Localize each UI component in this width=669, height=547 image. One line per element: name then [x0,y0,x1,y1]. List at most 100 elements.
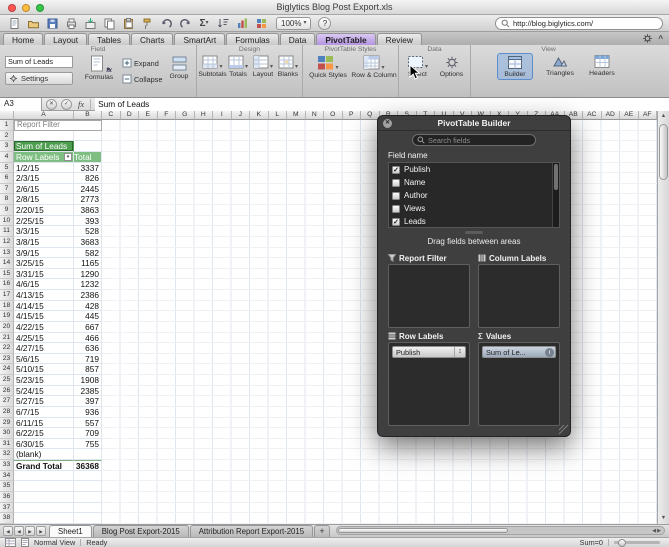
zoom-window-button[interactable] [36,3,44,12]
paste-icon[interactable] [120,16,136,31]
field-list-scrollbar[interactable] [552,163,559,227]
pivot-row-label[interactable]: 2/20/15 [14,205,74,216]
first-sheet-icon[interactable]: ◀ [3,526,13,536]
gear-icon[interactable] [642,33,653,44]
pivot-row-value[interactable]: 2386 [74,290,102,301]
row-header-29[interactable]: 29 [0,417,14,429]
row-header-36[interactable]: 36 [0,491,14,503]
pivot-row-value[interactable]: 826 [74,173,102,184]
column-header-ae[interactable]: AE [620,111,639,120]
grid-cells[interactable] [102,502,657,514]
row-header-1[interactable]: 1 [0,120,14,131]
pivot-row-label[interactable]: 1/2/15 [14,162,74,174]
pivot-row-label[interactable]: 5/24/15 [14,385,74,397]
pivot-row-value[interactable]: 667 [74,321,102,333]
report-filter-area[interactable] [388,264,470,328]
pivot-row-label[interactable]: 2/25/15 [14,215,74,227]
row-header-23[interactable]: 23 [0,353,14,365]
grid-cells[interactable] [102,513,657,524]
chart-icon[interactable] [234,16,250,31]
column-header-f[interactable]: F [157,111,176,120]
horizontal-scrollbar[interactable]: ◀▶ [336,525,665,535]
formula-input[interactable]: Sum of Leads [95,97,669,111]
column-header-j[interactable]: J [231,111,250,120]
pivot-row-label[interactable]: 6/7/15 [14,406,74,418]
open-icon[interactable] [25,16,41,31]
cell-B34[interactable] [74,470,102,482]
pivot-row-value[interactable]: 636 [74,343,102,354]
layout-button[interactable]: ▾ Layout [251,54,275,79]
row-header-18[interactable]: 18 [0,300,14,312]
reorder-icon[interactable]: ↕ [454,347,465,357]
pivot-row-label[interactable]: 4/22/15 [14,321,74,333]
triangles-button[interactable]: Triangles [539,53,581,78]
pivot-row-value[interactable]: 1232 [74,279,102,290]
toolbar-search-input[interactable] [513,18,657,28]
toolbar-search[interactable] [495,16,663,30]
pivot-row-value[interactable]: 2773 [74,194,102,205]
options-button[interactable]: Options [435,54,468,79]
add-sheet-button[interactable]: + [314,525,331,537]
grid-cells[interactable] [102,491,657,503]
row-header-26[interactable]: 26 [0,385,14,397]
pivot-row-value[interactable]: 2445 [74,183,102,195]
pivot-row-value[interactable]: 445 [74,311,102,322]
pivot-row-value[interactable]: 1290 [74,268,102,280]
cell-B35[interactable] [74,481,102,492]
enter-icon[interactable]: ✓ [61,98,72,110]
builder-button[interactable]: Builder [497,53,533,80]
pivot-row-label[interactable]: 4/25/15 [14,332,74,344]
field-list-item-views[interactable]: Views [389,202,559,215]
row-header-20[interactable]: 20 [0,321,14,333]
checkbox-author[interactable] [392,191,400,200]
scroll-down-icon[interactable]: ▼ [658,513,669,524]
cell-A34[interactable] [14,470,74,482]
pivot-row-label[interactable]: 2/6/15 [14,183,74,195]
save-icon[interactable] [44,16,60,31]
column-header-i[interactable]: I [213,111,232,120]
column-header-n[interactable]: N [305,111,324,120]
status-slider[interactable] [614,538,660,547]
pivot-row-value[interactable]: 719 [74,353,102,365]
cell-A2[interactable] [14,130,74,142]
row-header-16[interactable]: 16 [0,279,14,290]
sort-icon[interactable] [215,16,231,31]
column-header-m[interactable]: M [287,111,306,120]
total-header-cell[interactable]: Total [74,151,102,163]
ribbon-tab-charts[interactable]: Charts [131,33,174,45]
grid-cells[interactable] [102,460,657,471]
cell-A38[interactable] [14,513,74,524]
new-workbook-icon[interactable] [6,16,22,31]
row-header-10[interactable]: 10 [0,215,14,227]
row-header-38[interactable]: 38 [0,513,14,524]
close-window-button[interactable] [8,3,16,12]
pivot-row-label[interactable]: 4/27/15 [14,343,74,354]
pivot-row-label[interactable]: 5/6/15 [14,353,74,365]
field-list-item-publish[interactable]: ✓ Publish [389,163,559,176]
pivot-row-label[interactable]: 2/3/15 [14,173,74,184]
pivot-row-value[interactable]: 466 [74,332,102,344]
row-header-27[interactable]: 27 [0,396,14,407]
list-resize-handle[interactable] [465,231,483,234]
ribbon-tab-layout[interactable]: Layout [44,33,88,45]
subtotals-button[interactable]: ▾ Subtotals [198,54,227,79]
row-header-12[interactable]: 12 [0,236,14,248]
pivot-row-value[interactable]: 557 [74,417,102,429]
format-painter-icon[interactable] [139,16,155,31]
row-header-15[interactable]: 15 [0,268,14,280]
blank-row-label[interactable]: (blank) [14,449,74,460]
expand-button[interactable]: Expand [122,58,159,68]
column-header-af[interactable]: AF [638,111,657,120]
pivot-row-value[interactable]: 397 [74,396,102,407]
sheet-tab-sheet1[interactable]: Sheet1 [49,525,92,537]
row-labels-filter-icon[interactable]: ▾ [64,152,72,161]
builder-search[interactable] [412,134,536,146]
ribbon-tab-data[interactable]: Data [279,33,316,45]
pivot-row-label[interactable]: 3/9/15 [14,247,74,259]
zoom-control[interactable]: 100% ▾ [276,16,312,30]
normal-view-icon[interactable] [5,538,16,547]
field-pill-publish[interactable]: Publish ↕ [392,346,466,358]
pivot-row-label[interactable]: 2/8/15 [14,194,74,205]
row-header-33[interactable]: 33 [0,460,14,471]
column-header-p[interactable]: P [342,111,361,120]
